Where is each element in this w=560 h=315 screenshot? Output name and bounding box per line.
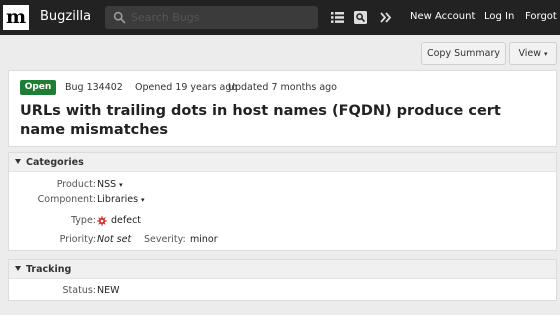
search-box[interactable] [105,6,318,29]
forgot-password-link[interactable]: Forgot [525,11,557,22]
search-input[interactable] [131,9,311,26]
mozilla-logo[interactable]: m [3,5,29,30]
categories-title: Categories [26,157,84,168]
priority-label: Priority: [59,234,96,245]
bug-header-card: Open Bug 134402 Opened 19 years ago Upda… [8,70,557,147]
copy-summary-button[interactable]: Copy Summary [421,42,506,65]
app-name[interactable]: Bugzilla [40,9,91,24]
tracking-status-value: NEW [97,285,120,296]
severity-value: minor [190,234,218,245]
opened-time: Opened 19 years ago [135,82,238,93]
log-in-link[interactable]: Log In [484,11,514,22]
severity-label: Severity: [144,234,186,245]
defect-icon [97,216,107,226]
bug-summary: URLs with trailing dots in host names (F… [20,103,501,138]
top-nav-bar: m Bugzilla New Account Log In Forgot [0,0,560,35]
new-account-link[interactable]: New Account [410,11,475,22]
component-value[interactable]: Libraries ▾ [97,194,145,205]
more-icon[interactable] [379,11,392,24]
component-text: Libraries [97,194,139,205]
updated-time[interactable]: Updated 7 months ago [228,82,337,93]
view-label: View [518,48,542,59]
tracking-section: Tracking Status: NEW [8,259,557,301]
status-badge: Open [20,80,56,95]
collapse-triangle-icon [15,159,21,164]
tracking-header[interactable]: Tracking [9,260,556,279]
priority-value: Not set [97,234,132,245]
chevron-down-icon: ▾ [544,50,548,58]
component-label: Component: [37,194,96,205]
tracking-title: Tracking [26,264,72,275]
categories-header[interactable]: Categories [9,153,556,172]
tracking-status-label: Status: [62,285,96,296]
view-menu-button[interactable]: View ▾ [509,42,557,65]
quicksearch-icon[interactable] [354,11,367,24]
search-icon [113,11,126,24]
product-value[interactable]: NSS ▾ [97,179,123,190]
collapse-triangle-icon [15,266,21,271]
type-label: Type: [70,215,96,226]
bug-id[interactable]: Bug 134402 [65,82,123,93]
chevron-down-icon: ▾ [119,181,123,189]
product-text: NSS [97,179,117,190]
chevron-down-icon: ▾ [141,196,145,204]
list-icon[interactable] [331,11,344,24]
categories-section: Categories Product: NSS ▾ Component: Libr… [8,152,557,251]
product-label: Product: [56,179,96,190]
type-value: defect [111,215,142,226]
